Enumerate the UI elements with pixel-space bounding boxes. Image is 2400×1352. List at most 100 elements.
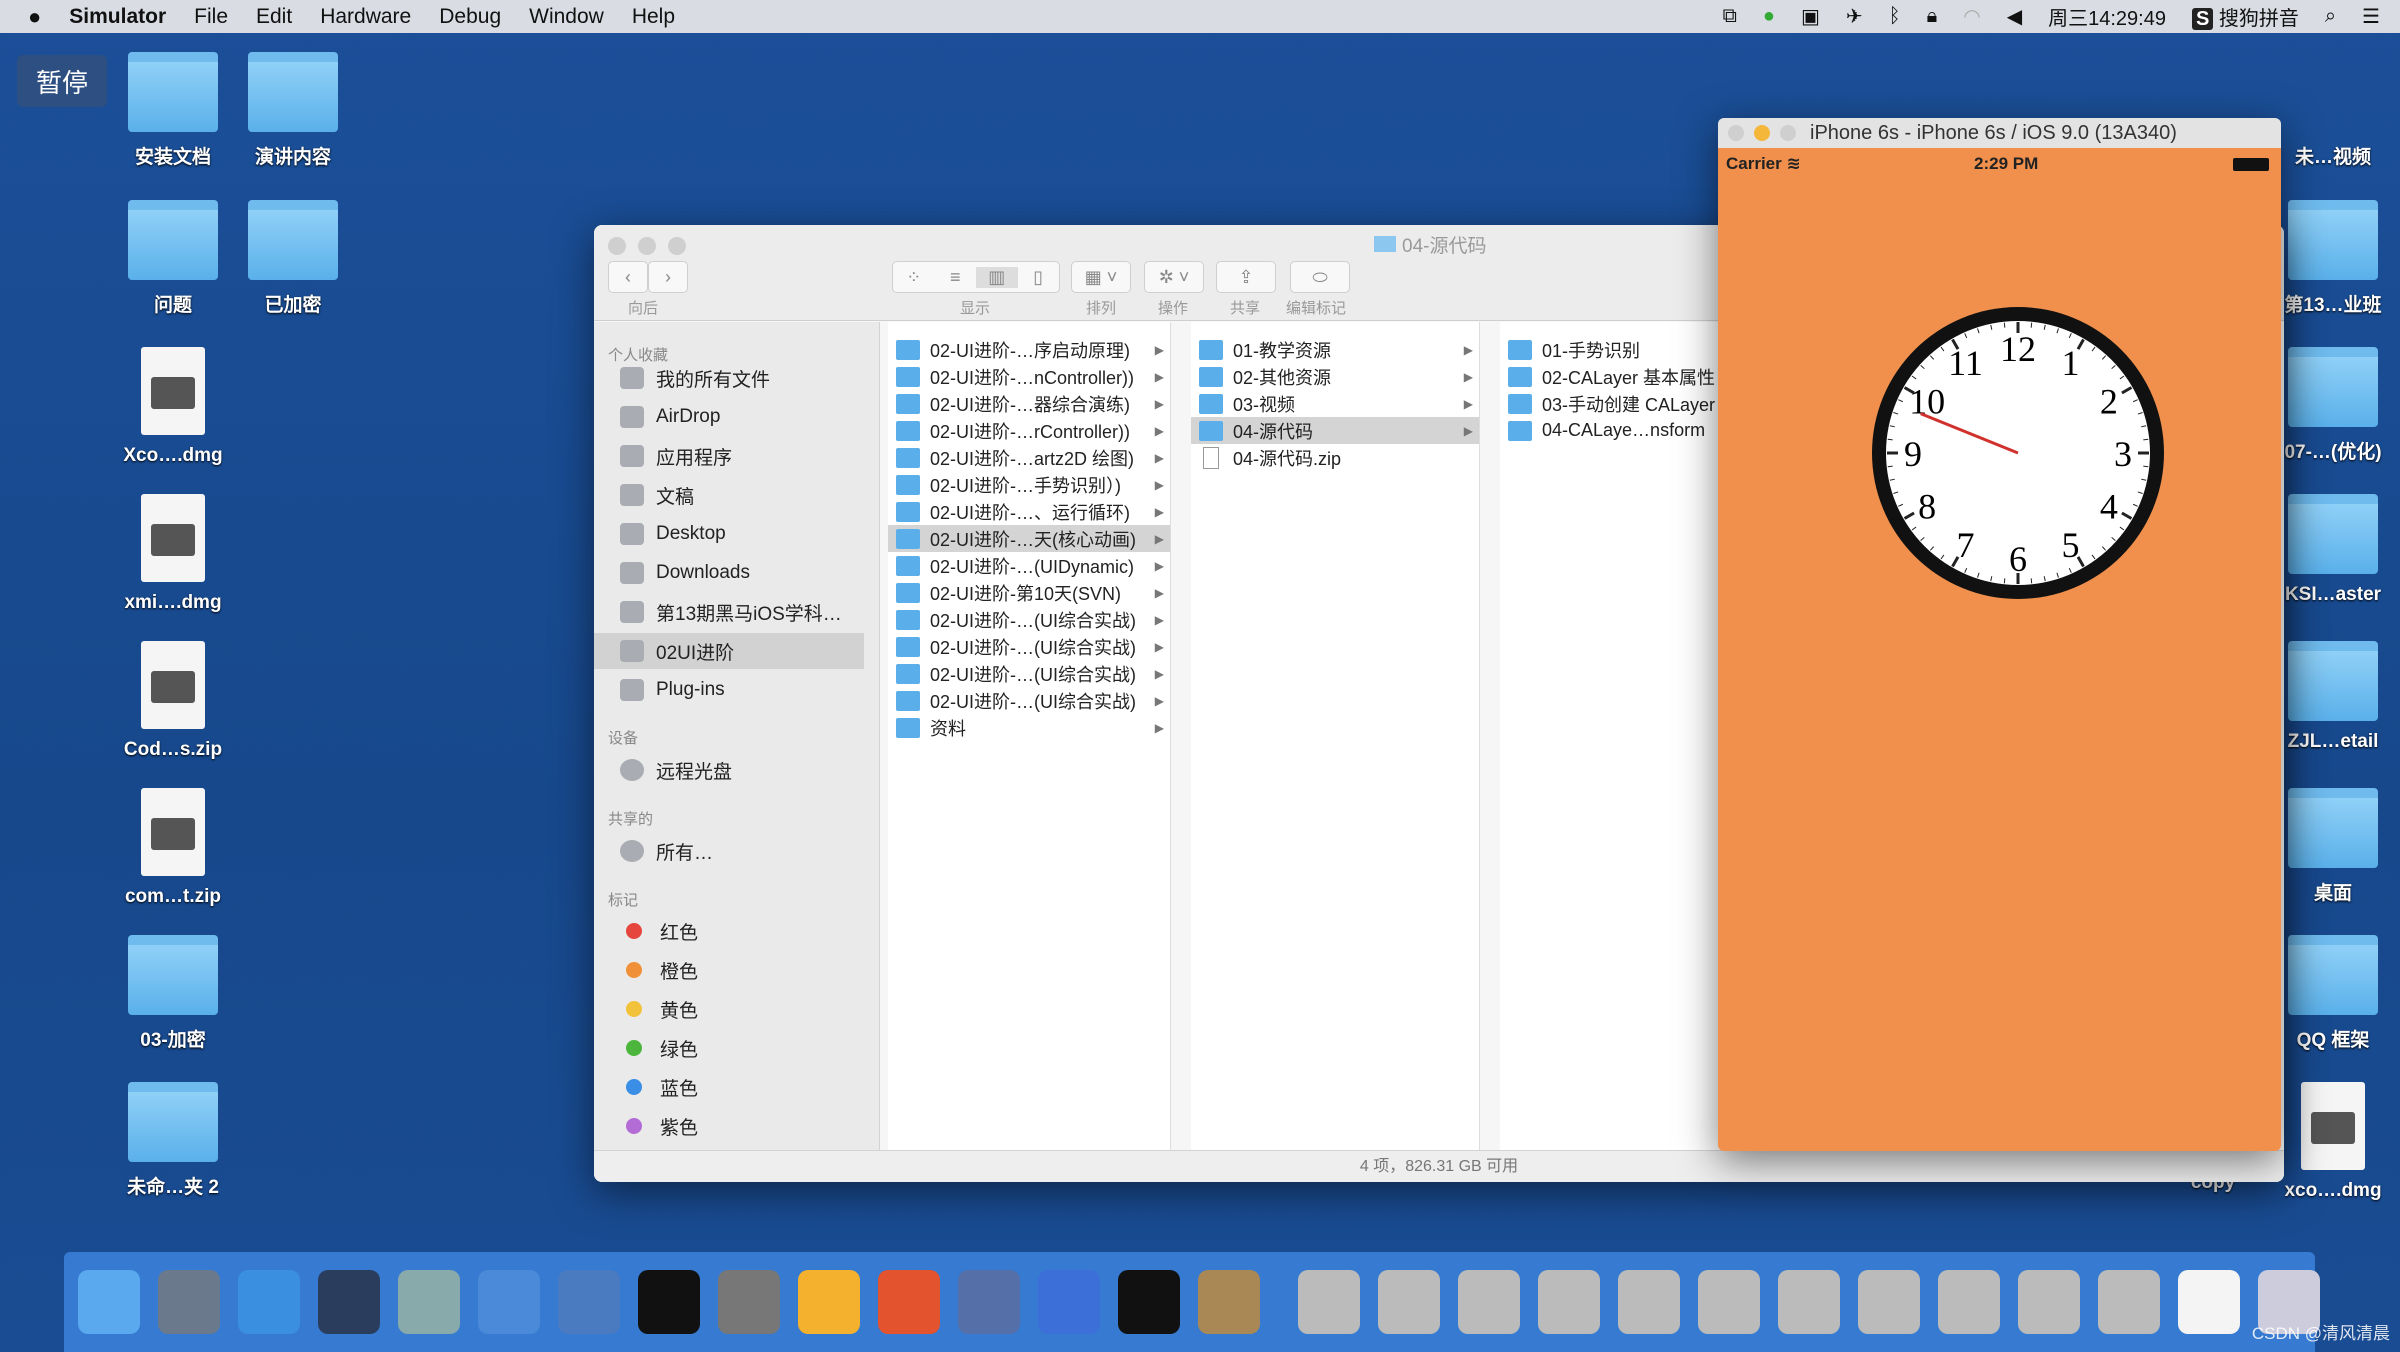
desktop-icon[interactable]: 已加密 [223,200,363,317]
pause-badge[interactable]: 暂停 [17,55,107,107]
minimize-button[interactable] [1754,125,1770,141]
terminal-icon[interactable] [638,1270,700,1334]
finder-icon[interactable] [78,1270,140,1334]
sidebar-tag[interactable]: 紫色 [594,1108,864,1144]
folder-row[interactable]: 02-UI进阶-…(UIDynamic) ▶ [888,552,1170,579]
desktop-icon[interactable]: 未命…夹 2 [103,1082,243,1199]
folder-row[interactable]: 02-UI进阶-…(UI综合实战) ▶ [888,660,1170,687]
powerpoint-icon[interactable] [878,1270,940,1334]
view-switcher[interactable]: ⁘ ≡ ▥ ▯ [892,261,1060,293]
folder-row[interactable]: 02-其他资源 ▶ [1191,363,1479,390]
input-method[interactable]: S 搜狗拼音 [2191,2,2299,31]
menu-debug[interactable]: Debug [439,5,501,29]
sidebar-item[interactable]: Plug-ins [594,672,864,708]
menu-edit[interactable]: Edit [256,5,292,29]
action-button[interactable]: ✲ ˅ [1144,261,1204,293]
sidebar-tag[interactable]: 黄色 [594,991,864,1027]
folder-row[interactable]: 03-视频 ▶ [1191,390,1479,417]
menu-window[interactable]: Window [529,5,604,29]
folder-row[interactable]: 资料 ▶ [888,714,1170,741]
screenshot-2-icon[interactable] [1378,1270,1440,1334]
volume-icon[interactable]: ◀ [2007,4,2022,29]
screenshot-6-icon[interactable] [1698,1270,1760,1334]
screenshot-4-icon[interactable] [1538,1270,1600,1334]
menu-hardware[interactable]: Hardware [320,5,411,29]
zoom-button[interactable] [1780,125,1796,141]
screenshot-10-icon[interactable] [2018,1270,2080,1334]
sidebar-tag[interactable]: 绿色 [594,1030,864,1066]
forward-button[interactable]: › [648,261,688,293]
sidebar-tag[interactable]: 橙色 [594,952,864,988]
sidebar-item[interactable]: 文稿 [594,477,864,513]
sidebar-item[interactable]: 02UI进阶 [594,633,864,669]
menu-help[interactable]: Help [632,5,675,29]
iphone-screen[interactable]: Carrier ≋ 2:29 PM 12 1 2 3 4 5 6 7 8 9 10 11 [1718,148,2281,1151]
back-button[interactable]: ‹ [608,261,648,293]
desktop-icon[interactable]: 未…视频 [2263,52,2400,169]
arrange-button[interactable]: ▦ ˅ [1071,261,1131,293]
media-player-icon[interactable] [1198,1270,1260,1334]
mouse-icon[interactable] [318,1270,380,1334]
console-icon[interactable] [1118,1270,1180,1334]
folder-row[interactable]: 02-UI进阶-…(UI综合实战) ▶ [888,633,1170,660]
folder-row[interactable]: 02-UI进阶-…手势识别）) ▶ [888,471,1170,498]
close-button[interactable] [608,237,626,255]
folder-row[interactable]: 02-UI进阶-…、运行循环) ▶ [888,498,1170,525]
quicktime-icon[interactable] [958,1270,1020,1334]
column-view-icon[interactable]: ▥ [976,266,1018,288]
folder-row[interactable]: 04-源代码 ▶ [1191,417,1479,444]
document-icon[interactable] [2178,1270,2240,1334]
launchpad-icon[interactable] [158,1270,220,1334]
screenshot-7-icon[interactable] [1778,1270,1840,1334]
menubar-clock[interactable]: 周三14:29:49 [2048,2,2166,31]
zoom-button[interactable] [668,237,686,255]
folder-row[interactable]: 02-UI进阶-…artz2D 绘图) ▶ [888,444,1170,471]
desktop-icon[interactable]: 03-加密 [103,935,243,1052]
folder-row[interactable]: 02-UI进阶-…天(核心动画) ▶ [888,525,1170,552]
folder-row[interactable]: 02-UI进阶-…序启动原理) ▶ [888,336,1170,363]
desktop-icon[interactable]: xmi….dmg [103,494,243,614]
sidebar-item[interactable]: 应用程序 [594,438,864,474]
desktop-icon[interactable]: 演讲内容 [223,52,363,169]
folder-row[interactable]: 01-教学资源 ▶ [1191,336,1479,363]
wifi-icon[interactable]: ◠ [1963,4,1980,29]
folder-row[interactable]: 02-UI进阶-第10天(SVN) ▶ [888,579,1170,606]
folder-row[interactable]: 02-UI进阶-…(UI综合实战) ▶ [888,687,1170,714]
desktop-icon[interactable]: 安装文档 [103,52,243,169]
bluetooth-icon[interactable]: ᛒ [1889,5,1901,28]
camera-icon[interactable]: ▣ [1801,4,1820,29]
folder-row[interactable]: 02-UI进阶-…(UI综合实战) ▶ [888,606,1170,633]
screen-mirror-icon[interactable]: ⧉ [1723,5,1737,28]
screenshot-8-icon[interactable] [1858,1270,1920,1334]
sidebar-item[interactable]: 远程光盘 [594,752,864,788]
airplane-icon[interactable]: ✈ [1846,4,1863,29]
folder-row[interactable]: 02-UI进阶-…nController)) ▶ [888,363,1170,390]
desktop-icon[interactable]: 问题 [103,200,243,317]
apple-menu-icon[interactable]: ● [28,4,41,30]
sidebar-item[interactable]: 第13期黑马iOS学科… [594,594,864,630]
sidebar-item[interactable]: 所有… [594,833,864,869]
desktop-icon[interactable]: Cod…s.zip [103,641,243,761]
screenshot-5-icon[interactable] [1618,1270,1680,1334]
sidebar-item[interactable]: Desktop [594,516,864,552]
share-button[interactable]: ⇪ [1216,261,1276,293]
sidebar-item[interactable]: Downloads [594,555,864,591]
instruments-icon[interactable] [558,1270,620,1334]
spotlight-icon[interactable]: ⌕ [2325,5,2336,28]
notification-center-icon[interactable]: ☰ [2362,4,2380,29]
preview-icon[interactable] [398,1270,460,1334]
screenshot-9-icon[interactable] [1938,1270,2000,1334]
sidebar-item[interactable]: AirDrop [594,399,864,435]
sidebar-tag[interactable]: 红色 [594,913,864,949]
sidebar-item[interactable]: 我的所有文件 [594,360,864,396]
list-view-icon[interactable]: ≡ [935,267,977,288]
desktop-icon[interactable]: Xco….dmg [103,347,243,467]
system-preferences-icon[interactable] [718,1270,780,1334]
screenshot-3-icon[interactable] [1458,1270,1520,1334]
icon-view-icon[interactable]: ⁘ [893,267,935,288]
screenshot-1-icon[interactable] [1298,1270,1360,1334]
file-row[interactable]: 04-源代码.zip [1191,444,1479,471]
coverflow-view-icon[interactable]: ▯ [1018,267,1060,288]
safari-icon[interactable] [238,1270,300,1334]
menu-app[interactable]: Simulator [69,5,166,29]
